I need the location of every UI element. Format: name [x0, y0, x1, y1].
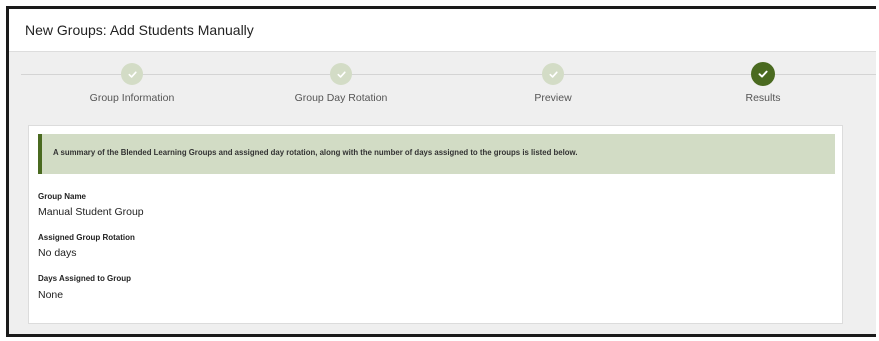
summary-alert-text: A summary of the Blended Learning Groups… [53, 148, 578, 157]
wizard-step-group-information: Group Information [57, 63, 207, 104]
wizard-step-group-day-rotation: Group Day Rotation [266, 63, 416, 104]
checkmark-icon [121, 63, 143, 85]
page-title: New Groups: Add Students Manually [25, 22, 254, 38]
checkmark-icon [330, 63, 352, 85]
wizard-step-preview: Preview [478, 63, 628, 104]
results-card: A summary of the Blended Learning Groups… [28, 125, 843, 324]
assigned-group-rotation-label: Assigned Group Rotation [38, 233, 135, 242]
days-assigned-label: Days Assigned to Group [38, 274, 132, 283]
wizard-step-label: Group Information [89, 92, 175, 104]
summary-alert: A summary of the Blended Learning Groups… [38, 134, 835, 174]
page-header: New Groups: Add Students Manually [9, 9, 876, 52]
wizard-step-label: Group Day Rotation [294, 92, 388, 104]
group-name-value: Manual Student Group [38, 206, 144, 218]
wizard-step-results: Results [688, 62, 838, 104]
wizard-window: New Groups: Add Students Manually Group … [6, 6, 876, 337]
wizard-step-label: Results [745, 92, 781, 104]
days-assigned-value: None [38, 289, 64, 301]
checkmark-icon [751, 62, 775, 86]
checkmark-icon [542, 63, 564, 85]
group-name-label: Group Name [38, 192, 87, 201]
wizard-body: Group Information Group Day Rotation Pre… [9, 52, 876, 334]
assigned-group-rotation-value: No days [38, 247, 77, 259]
wizard-step-label: Preview [534, 92, 572, 104]
